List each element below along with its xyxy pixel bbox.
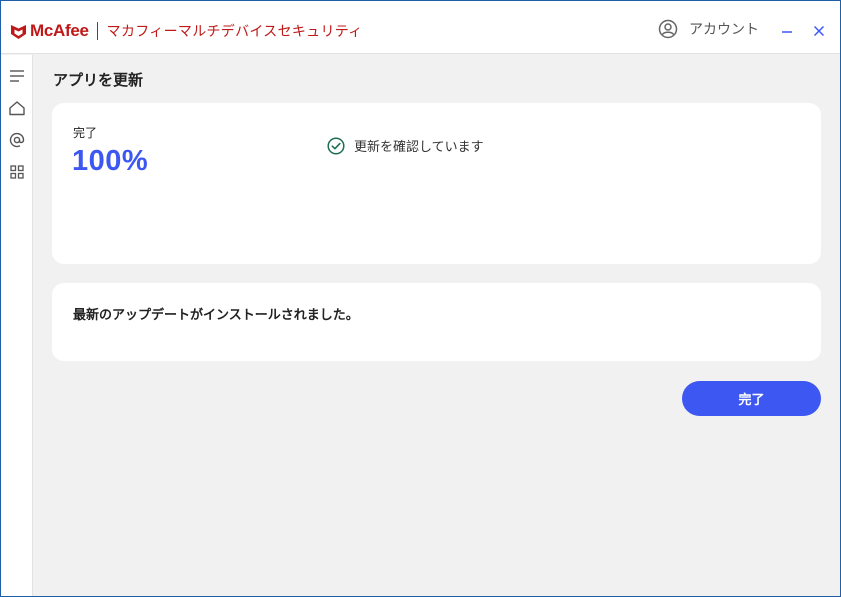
status-label: 完了 bbox=[73, 126, 98, 140]
apps-grid-icon bbox=[10, 165, 24, 179]
install-message: 最新のアップデートがインストールされました。 bbox=[73, 308, 359, 323]
minimize-icon bbox=[782, 31, 792, 33]
page-title: アプリを更新 bbox=[53, 71, 144, 89]
title-bar: McAfee マカフィーマルチデバイスセキュリティ アカウント bbox=[1, 1, 840, 54]
close-icon bbox=[813, 25, 825, 37]
account-label: アカウント bbox=[689, 22, 759, 38]
check-status-text: 更新を確認しています bbox=[354, 140, 484, 155]
sidebar bbox=[1, 55, 33, 596]
account-button[interactable]: アカウント bbox=[658, 19, 759, 39]
home-icon bbox=[9, 101, 25, 116]
close-button[interactable] bbox=[809, 21, 829, 41]
product-name: マカフィーマルチデバイスセキュリティ bbox=[106, 24, 363, 40]
sidebar-item-home[interactable] bbox=[6, 97, 28, 119]
message-card: 最新のアップデートがインストールされました。 bbox=[52, 283, 821, 361]
minimize-button[interactable] bbox=[777, 21, 797, 41]
progress-card: 完了 100% 更新を確認しています bbox=[52, 103, 821, 264]
app-window: McAfee マカフィーマルチデバイスセキュリティ アカウント アプリを更新 完… bbox=[1, 1, 840, 596]
account-icon bbox=[658, 19, 678, 39]
progress-percent: 100% bbox=[72, 145, 149, 177]
sidebar-item-apps[interactable] bbox=[6, 161, 28, 183]
identity-icon bbox=[9, 132, 25, 148]
brand-divider bbox=[96, 22, 98, 40]
mcafee-shield-icon bbox=[11, 24, 26, 39]
sidebar-item-identity[interactable] bbox=[6, 129, 28, 151]
done-button[interactable]: 完了 bbox=[682, 381, 821, 416]
brand-logo: McAfee マカフィーマルチデバイスセキュリティ bbox=[10, 20, 363, 42]
check-status: 更新を確認しています bbox=[327, 136, 484, 155]
check-circle-icon bbox=[327, 136, 345, 155]
sidebar-item-menu[interactable] bbox=[6, 65, 28, 87]
menu-icon bbox=[10, 70, 24, 82]
brand-name: McAfee bbox=[30, 21, 89, 40]
